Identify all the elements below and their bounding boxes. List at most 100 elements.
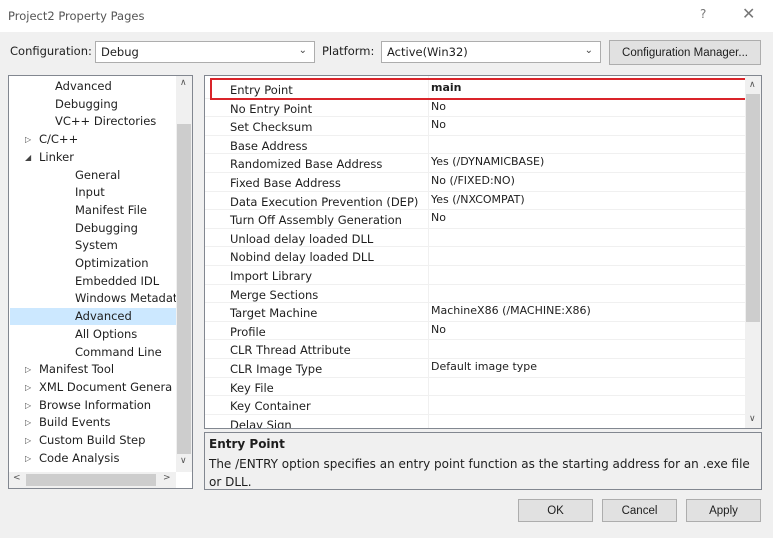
property-row[interactable]: Data Execution Prevention (DEP) Yes (/NXC… — [205, 192, 745, 211]
property-row[interactable]: Fixed Base Address No (/FIXED:NO) — [205, 173, 745, 192]
cancel-button[interactable]: Cancel — [602, 499, 677, 522]
configuration-row: Configuration: Debug ⌄ Platform: Active(… — [0, 34, 773, 70]
property-value[interactable]: Yes (/NXCOMPAT) — [431, 193, 525, 206]
ok-button[interactable]: OK — [518, 499, 593, 522]
property-row[interactable]: Profile No — [205, 322, 745, 341]
category-tree: Advanced Debugging VC++ Directories ▷ C/C++ ◢… — [8, 75, 193, 489]
tree-item[interactable]: Advanced — [75, 308, 132, 325]
tree-item[interactable]: Linker — [39, 149, 74, 166]
tree-vertical-scrollbar[interactable]: ∧ ∨ — [176, 76, 192, 472]
title-bar: Project2 Property Pages ? ✕ — [0, 0, 773, 32]
help-icon[interactable]: ? — [700, 7, 706, 21]
property-name: Data Execution Prevention (DEP) — [230, 194, 419, 209]
description-text: The /ENTRY option specifies an entry poi… — [209, 457, 750, 489]
property-value[interactable]: No — [431, 211, 446, 224]
property-row[interactable]: Set Checksum No — [205, 117, 745, 136]
chevron-down-icon: ⌄ — [584, 45, 593, 56]
property-name: Profile — [230, 324, 266, 339]
entry-point-highlight-box — [210, 78, 748, 100]
tree-hscroll-thumb[interactable] — [26, 474, 156, 486]
expand-arrow-icon[interactable]: ▷ — [25, 436, 31, 445]
property-row[interactable]: Base Address — [205, 136, 745, 155]
chevron-down-icon: ⌄ — [298, 45, 307, 56]
configuration-dropdown[interactable]: Debug ⌄ — [95, 41, 315, 63]
expand-arrow-icon[interactable]: ▷ — [25, 418, 31, 427]
tree-item[interactable]: Embedded IDL — [75, 273, 159, 290]
property-row[interactable]: Nobind delay loaded DLL — [205, 247, 745, 266]
property-row[interactable]: Merge Sections — [205, 285, 745, 304]
property-name: Delay Sign — [230, 417, 292, 429]
tree-item[interactable]: Code Analysis — [39, 450, 119, 467]
grid-scroll-thumb[interactable] — [746, 94, 760, 322]
property-name: Turn Off Assembly Generation — [230, 213, 402, 228]
tree-item[interactable]: General — [75, 167, 120, 184]
tree-item[interactable]: Custom Build Step — [39, 432, 145, 449]
platform-value: Active(Win32) — [387, 45, 468, 59]
collapse-arrow-icon[interactable]: ◢ — [25, 153, 31, 162]
expand-arrow-icon[interactable]: ▷ — [25, 454, 31, 463]
property-row[interactable]: Delay Sign — [205, 415, 745, 429]
expand-arrow-icon[interactable]: ▷ — [25, 365, 31, 374]
tree-item[interactable]: Debugging — [75, 220, 138, 237]
property-value[interactable]: No — [431, 118, 446, 131]
tree-item[interactable]: All Options — [75, 326, 137, 343]
expand-arrow-icon[interactable]: ▷ — [25, 135, 31, 144]
property-name: No Entry Point — [230, 101, 313, 116]
tree-item[interactable]: VC++ Directories — [55, 113, 156, 130]
property-name: CLR Image Type — [230, 362, 323, 376]
property-value[interactable]: No — [431, 323, 446, 336]
platform-dropdown[interactable]: Active(Win32) ⌄ — [381, 41, 601, 63]
tree-item[interactable]: Build Events — [39, 414, 110, 431]
property-name: CLR Thread Attribute — [230, 343, 351, 358]
tree-item[interactable]: Manifest Tool — [39, 361, 114, 378]
expand-arrow-icon[interactable]: ▷ — [25, 383, 31, 392]
tree-item[interactable]: Command Line — [75, 344, 162, 361]
property-name: Fixed Base Address — [230, 176, 341, 190]
property-value[interactable]: Default image type — [431, 360, 537, 373]
close-icon[interactable]: ✕ — [742, 4, 755, 23]
property-row[interactable]: Randomized Base Address Yes (/DYNAMICBASE… — [205, 154, 745, 173]
property-name: Import Library — [230, 269, 313, 283]
property-value[interactable]: Yes (/DYNAMICBASE) — [431, 155, 544, 168]
tree-item[interactable]: Manifest File — [75, 202, 147, 219]
property-row[interactable]: Key File — [205, 378, 745, 397]
tree-item[interactable]: Advanced — [55, 78, 112, 95]
scroll-down-icon[interactable]: ∨ — [749, 414, 756, 424]
scroll-left-icon[interactable]: < — [13, 473, 21, 483]
scroll-up-icon[interactable]: ∧ — [749, 80, 756, 90]
tree-item[interactable]: Windows Metadata — [75, 290, 184, 307]
scroll-right-icon[interactable]: > — [163, 473, 171, 483]
tree-horizontal-scrollbar[interactable]: < > — [9, 472, 176, 488]
property-row[interactable]: CLR Thread Attribute — [205, 340, 745, 359]
property-row[interactable]: Import Library — [205, 266, 745, 285]
expand-arrow-icon[interactable]: ▷ — [25, 401, 31, 410]
tree-item[interactable]: Debugging — [55, 96, 118, 113]
property-grid: Entry Point main No Entry Point No Set Check… — [204, 75, 762, 429]
property-row[interactable]: No Entry Point No — [205, 99, 745, 118]
configuration-label: Configuration: — [10, 44, 92, 58]
property-name: Target Machine — [230, 306, 318, 321]
property-value[interactable]: No — [431, 100, 446, 113]
property-row[interactable]: CLR Image Type Default image type — [205, 359, 745, 378]
tree-item[interactable]: Optimization — [75, 255, 149, 272]
tree-item[interactable]: XML Document Genera — [39, 379, 172, 396]
window-title: Project2 Property Pages — [8, 9, 145, 23]
grid-vertical-scrollbar[interactable]: ∧ ∨ — [745, 76, 761, 428]
property-name: Set Checksum — [230, 120, 313, 135]
apply-button[interactable]: Apply — [686, 499, 761, 522]
property-row[interactable]: Turn Off Assembly Generation No — [205, 210, 745, 229]
property-value[interactable]: MachineX86 (/MACHINE:X86) — [431, 304, 591, 317]
scroll-up-icon[interactable]: ∧ — [180, 78, 187, 88]
tree-item[interactable]: Input — [75, 184, 105, 201]
property-row[interactable]: Target Machine MachineX86 (/MACHINE:X86) — [205, 303, 745, 322]
tree-item[interactable]: System — [75, 237, 118, 254]
tree-scroll-thumb[interactable] — [177, 124, 191, 454]
tree-item[interactable]: C/C++ — [39, 131, 78, 148]
property-row[interactable]: Key Container — [205, 396, 745, 415]
property-row[interactable]: Unload delay loaded DLL — [205, 229, 745, 248]
property-value[interactable]: No (/FIXED:NO) — [431, 174, 515, 187]
scroll-down-icon[interactable]: ∨ — [180, 456, 187, 466]
configuration-manager-button[interactable]: Configuration Manager... — [609, 40, 761, 65]
tree-item[interactable]: Browse Information — [39, 397, 151, 414]
platform-label: Platform: — [322, 44, 375, 58]
